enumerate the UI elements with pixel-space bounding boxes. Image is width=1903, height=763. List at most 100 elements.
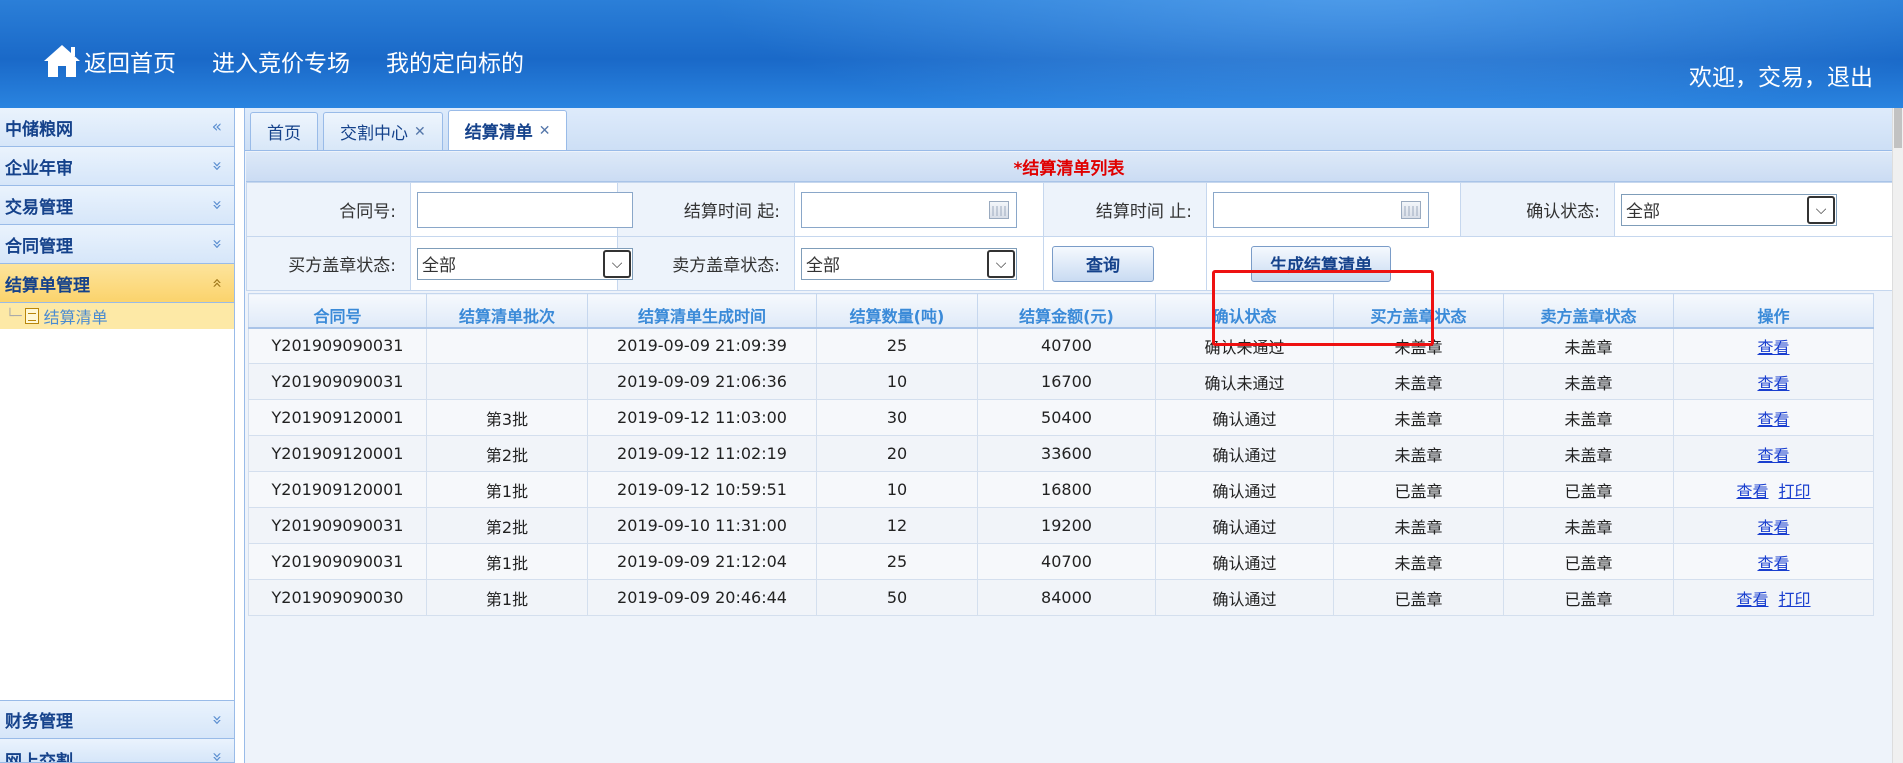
seller-seal-cell: 已盖章	[1503, 543, 1674, 580]
buyer-seal-cell: 未盖章	[1333, 327, 1504, 364]
tab-delivery-center[interactable]: 交割中心 ✕	[323, 112, 443, 150]
column-header: 结算数量(吨)	[816, 293, 978, 329]
buyer-seal-select[interactable]: 全部 ⌵	[417, 247, 633, 280]
table-row: Y201909090031 2019-09-09 21:06:36 10 16700 确…	[248, 363, 1874, 400]
confirm-status-cell: 确认通过	[1155, 471, 1334, 508]
tab-label: 结算清单	[464, 123, 533, 143]
seller-seal-cell: 已盖章	[1503, 471, 1674, 508]
column-header: 结算清单批次	[426, 293, 588, 329]
scrollbar-thumb[interactable]	[1894, 108, 1902, 148]
sidebar-item-label: 结算单管理	[5, 275, 90, 296]
top-header: 返回首页 进入竞价专场 我的定向标的 欢迎 ， 交易 ， 退出	[0, 0, 1903, 108]
seller-seal-select[interactable]: 全部 ⌵	[801, 247, 1017, 280]
view-link[interactable]: 查看	[1757, 374, 1789, 393]
table-row: Y201909090031 第2批 2019-09-10 11:31:00 12 192…	[248, 507, 1874, 544]
view-link[interactable]: 查看	[1757, 518, 1789, 537]
expand-icon: »	[206, 751, 227, 763]
calendar-icon[interactable]	[1401, 200, 1421, 219]
actions-cell: 查看	[1673, 435, 1874, 472]
amount-cell: 40700	[977, 543, 1156, 580]
sidebar-item-finance-mgmt[interactable]: 财务管理 »	[0, 700, 234, 739]
confirm-status-cell: 确认通过	[1155, 399, 1334, 436]
sidebar-item-settlement-mgmt[interactable]: 结算单管理 »	[0, 264, 234, 303]
end-time-input[interactable]	[1213, 191, 1429, 228]
user-name: 交易	[1758, 65, 1804, 91]
sidebar-subitem-settlement-list[interactable]: └─ 结算清单	[0, 303, 234, 329]
tab-home[interactable]: 首页	[250, 112, 318, 150]
amount-cell: 33600	[977, 435, 1156, 472]
main-area: 首页 交割中心 ✕ 结算清单 ✕ *结算清单列表 合同号: 结算时间 起: 结算…	[244, 108, 1903, 763]
generated-time-cell: 2019-09-09 21:06:36	[587, 363, 817, 400]
print-link[interactable]: 打印	[1779, 482, 1811, 501]
nav-bidding-zone[interactable]: 进入竞价专场	[212, 44, 350, 78]
sidebar: 中储粮网 « 企业年审 » 交易管理 » 合同管理 » 结算单管理 » └─ 结…	[0, 108, 235, 763]
query-button[interactable]: 查询	[1052, 245, 1154, 282]
contract-no-cell: Y201909090031	[248, 327, 427, 364]
expand-icon: »	[206, 714, 227, 725]
print-link[interactable]: 打印	[1779, 590, 1811, 609]
home-link[interactable]: 返回首页	[42, 42, 176, 80]
end-time-label: 结算时间 止:	[1043, 182, 1207, 237]
amount-cell: 16800	[977, 471, 1156, 508]
amount-cell: 19200	[977, 507, 1156, 544]
confirm-status-cell: 确认未通过	[1155, 327, 1334, 364]
sidebar-item-label: 合同管理	[5, 236, 73, 257]
batch-cell: 第1批	[426, 543, 588, 580]
generated-time-cell: 2019-09-10 11:31:00	[587, 507, 817, 544]
generated-time-cell: 2019-09-12 11:03:00	[587, 399, 817, 436]
sidebar-item-label: 网上交割	[5, 752, 73, 763]
welcome-sep: ，	[1804, 65, 1827, 91]
sidebar-item-online-delivery[interactable]: 网上交割 »	[0, 739, 234, 763]
generate-settlement-button[interactable]: 生成结算清单	[1251, 245, 1391, 282]
view-link[interactable]: 查看	[1757, 410, 1789, 429]
sidebar-item-annual-review[interactable]: 企业年审 »	[0, 147, 234, 186]
confirm-status-cell: 确认通过	[1155, 507, 1334, 544]
calendar-icon[interactable]	[989, 200, 1009, 219]
column-header: 卖方盖章状态	[1503, 293, 1674, 329]
batch-cell: 第2批	[426, 507, 588, 544]
amount-cell: 40700	[977, 327, 1156, 364]
start-time-label: 结算时间 起:	[617, 182, 795, 237]
column-header: 合同号	[248, 293, 427, 329]
view-link[interactable]: 查看	[1757, 338, 1789, 357]
actions-cell: 查看	[1673, 507, 1874, 544]
buyer-seal-cell: 未盖章	[1333, 435, 1504, 472]
confirm-status-select[interactable]: 全部 ⌵	[1621, 193, 1837, 226]
view-link[interactable]: 查看	[1736, 482, 1768, 501]
table-row: Y201909120001 第2批 2019-09-12 11:02:19 20 336…	[248, 435, 1874, 472]
select-value: 全部	[1626, 202, 1660, 222]
sidebar-item-trade-mgmt[interactable]: 交易管理 »	[0, 186, 234, 225]
contract-no-cell: Y201909090031	[248, 543, 427, 580]
vertical-scrollbar[interactable]	[1892, 108, 1903, 763]
tree-line-icon: └─	[6, 308, 22, 324]
logout-link[interactable]: 退出	[1827, 58, 1873, 92]
view-link[interactable]: 查看	[1736, 590, 1768, 609]
batch-cell: 第3批	[426, 399, 588, 436]
sidebar-item-label: 企业年审	[5, 158, 73, 179]
close-icon[interactable]: ✕	[539, 123, 551, 139]
contract-no-input[interactable]	[417, 191, 633, 228]
column-header: 确认状态	[1155, 293, 1334, 329]
chevron-down-icon: ⌵	[603, 249, 631, 278]
view-link[interactable]: 查看	[1757, 554, 1789, 573]
table-row: Y201909090031 第1批 2019-09-09 21:12:04 25 407…	[248, 543, 1874, 580]
collapse-icon[interactable]: «	[212, 117, 222, 137]
sidebar-item-zcl[interactable]: 中储粮网 «	[0, 108, 234, 147]
generated-time-cell: 2019-09-09 20:46:44	[587, 579, 817, 616]
close-icon[interactable]: ✕	[414, 124, 426, 140]
start-time-input[interactable]	[801, 191, 1017, 228]
tab-settlement-list[interactable]: 结算清单 ✕	[447, 110, 568, 150]
nav-my-targets[interactable]: 我的定向标的	[386, 44, 524, 78]
settlement-submenu: └─ 结算清单	[0, 303, 234, 329]
panel-title: *结算清单列表	[246, 152, 1892, 182]
confirm-status-cell: 确认未通过	[1155, 363, 1334, 400]
sidebar-bottom: 财务管理 » 网上交割 »	[0, 700, 234, 763]
buyer-seal-cell: 未盖章	[1333, 363, 1504, 400]
seller-seal-cell: 未盖章	[1503, 435, 1674, 472]
actions-cell: 查看	[1673, 399, 1874, 436]
top-nav: 返回首页 进入竞价专场 我的定向标的	[42, 42, 524, 80]
contract-no-cell: Y201909090030	[248, 579, 427, 616]
actions-cell: 查看	[1673, 543, 1874, 580]
sidebar-item-contract-mgmt[interactable]: 合同管理 »	[0, 225, 234, 264]
view-link[interactable]: 查看	[1757, 446, 1789, 465]
